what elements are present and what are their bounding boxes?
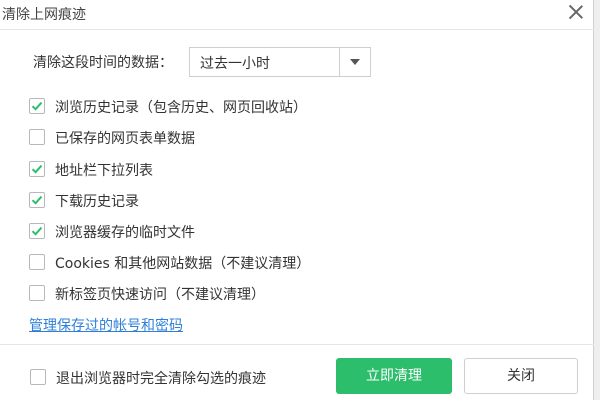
option-address-bar-list[interactable]: 地址栏下拉列表 xyxy=(29,160,429,180)
chevron-down-icon xyxy=(350,59,360,65)
time-range-select[interactable]: 过去一小时 xyxy=(189,47,371,77)
option-label: 地址栏下拉列表 xyxy=(55,163,153,179)
option-download-history[interactable]: 下载历史记录 xyxy=(29,191,429,211)
checkmark-icon xyxy=(31,195,43,205)
option-cache-files[interactable]: 浏览器缓存的临时文件 xyxy=(29,222,429,242)
checkbox-exit-clear[interactable] xyxy=(30,369,46,385)
exit-clear-option[interactable]: 退出浏览器时完全清除勾选的痕迹 xyxy=(30,368,330,388)
dropdown-button[interactable] xyxy=(339,48,370,76)
footer-divider xyxy=(0,344,594,345)
exit-clear-label: 退出浏览器时完全清除勾选的痕迹 xyxy=(56,371,266,387)
dialog-title: 清除上网痕迹 xyxy=(2,7,86,23)
checkmark-icon xyxy=(31,164,43,174)
checkmark-icon xyxy=(31,101,43,111)
option-label: 下载历史记录 xyxy=(55,194,139,210)
checkbox-browsing-history[interactable] xyxy=(29,98,45,114)
option-label: 新标签页快速访问（不建议清理） xyxy=(55,287,265,303)
checkbox-saved-form-data[interactable] xyxy=(29,129,45,145)
close-button[interactable]: 关闭 xyxy=(464,358,578,394)
checkbox-address-bar-list[interactable] xyxy=(29,161,45,177)
option-label: 浏览历史记录（包含历史、网页回收站） xyxy=(55,100,307,116)
option-label: 浏览器缓存的临时文件 xyxy=(55,225,195,241)
dialog-titlebar: 清除上网痕迹 xyxy=(0,0,594,30)
option-browsing-history[interactable]: 浏览历史记录（包含历史、网页回收站） xyxy=(29,97,429,117)
option-new-tab-quick-access[interactable]: 新标签页快速访问（不建议清理） xyxy=(29,284,429,304)
option-label: 已保存的网页表单数据 xyxy=(55,131,195,147)
option-cookies[interactable]: Cookies 和其他网站数据（不建议清理） xyxy=(29,253,429,273)
checkmark-icon xyxy=(31,226,43,236)
clear-now-button[interactable]: 立即清理 xyxy=(336,358,452,394)
option-label: Cookies 和其他网站数据（不建议清理） xyxy=(55,256,311,272)
checkbox-cookies[interactable] xyxy=(29,254,45,270)
background-window-edge xyxy=(594,0,600,400)
checkbox-new-tab-quick-access[interactable] xyxy=(29,285,45,301)
option-saved-form-data[interactable]: 已保存的网页表单数据 xyxy=(29,128,429,148)
clear-browsing-data-dialog: 清除上网痕迹 清除这段时间的数据： 过去一小时 浏览历史记录（包含历史、网页回收… xyxy=(0,0,594,400)
checkbox-cache-files[interactable] xyxy=(29,223,45,239)
close-icon[interactable] xyxy=(566,2,586,22)
time-range-selected-value: 过去一小时 xyxy=(200,56,270,72)
checkbox-download-history[interactable] xyxy=(29,192,45,208)
manage-passwords-link[interactable]: 管理保存过的帐号和密码 xyxy=(29,315,183,335)
time-range-label: 清除这段时间的数据： xyxy=(33,55,173,71)
